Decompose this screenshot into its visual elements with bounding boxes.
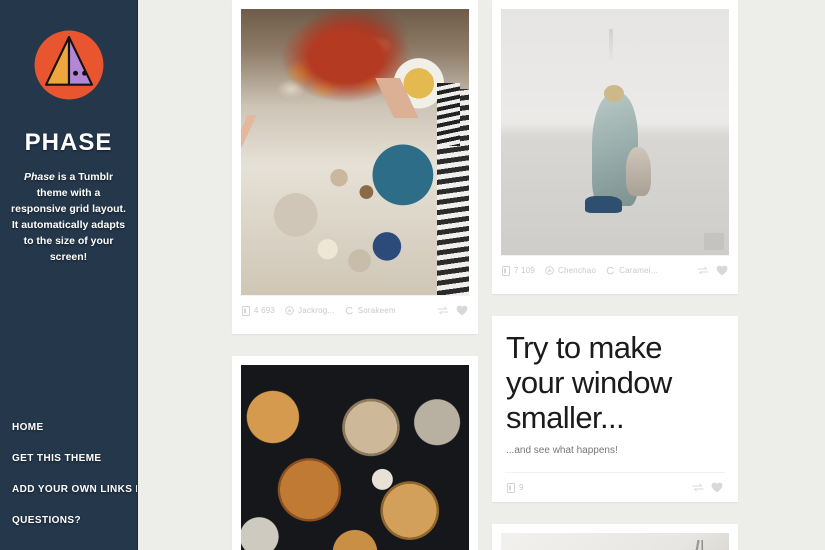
sidebar-nav: HOME GET THIS THEME ADD YOUR OWN LINKS H… (0, 412, 137, 544)
reblog-icon[interactable] (697, 266, 709, 275)
post-image-wood-logs[interactable] (241, 365, 469, 550)
post-footer: 4 693 Jackrog... Sorakeem (240, 295, 470, 325)
note-count-group[interactable]: 4 693 (242, 305, 276, 316)
post-grid: 4 693 Jackrog... Sorakeem 7 109 Chenchao… (138, 0, 825, 550)
pyramid-logo-icon (28, 24, 110, 106)
note-count: 4 693 (254, 306, 276, 315)
sidebar-item-custom-links[interactable]: ADD YOUR OWN LINKS HERE (0, 474, 137, 505)
note-count-group[interactable]: 7 109 (502, 265, 536, 276)
source-label: Jackrog... (298, 306, 335, 315)
sidebar-item-questions[interactable]: QUESTIONS? (0, 505, 137, 536)
notes-icon (507, 482, 515, 493)
post-title: Try to make your window smaller... (506, 330, 672, 435)
reblog-source-label: Sorakeem (357, 306, 396, 315)
sidebar-item-get-theme[interactable]: GET THIS THEME (0, 443, 137, 474)
notes-icon (502, 265, 510, 276)
reblog-circle-icon (606, 266, 615, 275)
post-card-text[interactable]: Try to make your window smaller... ...an… (492, 316, 738, 502)
grid-column-1: 4 693 Jackrog... Sorakeem (232, 0, 478, 550)
source-label: Chenchao (558, 266, 597, 275)
blog-description-lead: Phase (23, 171, 55, 183)
note-count: 9 (519, 483, 524, 492)
heart-icon[interactable] (456, 305, 468, 316)
reblog-icon[interactable] (437, 306, 449, 315)
post-footer: 9 (505, 472, 725, 502)
heart-icon[interactable] (716, 265, 728, 276)
post-card-photo-logs[interactable] (232, 356, 478, 550)
post-image-child-with-dog[interactable] (501, 9, 729, 255)
post-card-photo-gallery[interactable] (492, 524, 738, 550)
sidebar: PHASE Phase is a Tumblr theme with a res… (0, 0, 138, 550)
source-group[interactable]: Chenchao (545, 266, 596, 275)
heart-icon[interactable] (711, 482, 723, 493)
note-count-group[interactable]: 9 (507, 482, 524, 493)
post-card-photo-feast[interactable]: 4 693 Jackrog... Sorakeem (232, 0, 478, 334)
source-avatar-icon (545, 266, 554, 275)
reblog-icon[interactable] (692, 483, 704, 492)
note-count: 7 109 (514, 266, 536, 275)
logo-container[interactable] (0, 0, 137, 111)
reblog-circle-icon (345, 306, 354, 315)
post-image-gallery-wall[interactable] (501, 533, 729, 550)
post-image-seafood-feast[interactable] (241, 9, 469, 295)
sidebar-item-home[interactable]: HOME (0, 412, 137, 443)
blog-description: Phase is a Tumblr theme with a responsiv… (0, 157, 137, 265)
post-footer: 7 109 Chenchao Caramel... (500, 255, 730, 285)
blog-title: PHASE (24, 129, 113, 156)
reblog-source-group[interactable]: Sorakeem (345, 306, 396, 315)
reblog-source-label: Caramel... (619, 266, 659, 275)
blog-description-rest: is a Tumblr theme with a responsive grid… (11, 171, 126, 263)
reblog-source-group[interactable]: Caramel... (606, 266, 658, 275)
notes-icon (242, 305, 250, 316)
post-card-photo-room[interactable]: 7 109 Chenchao Caramel... (492, 0, 738, 294)
post-body: ...and see what happens! (506, 445, 618, 456)
grid-column-2: 7 109 Chenchao Caramel... Try to make yo… (492, 0, 738, 550)
page-root: PHASE Phase is a Tumblr theme with a res… (0, 0, 825, 550)
source-avatar-icon (285, 306, 294, 315)
source-group[interactable]: Jackrog... (285, 306, 335, 315)
